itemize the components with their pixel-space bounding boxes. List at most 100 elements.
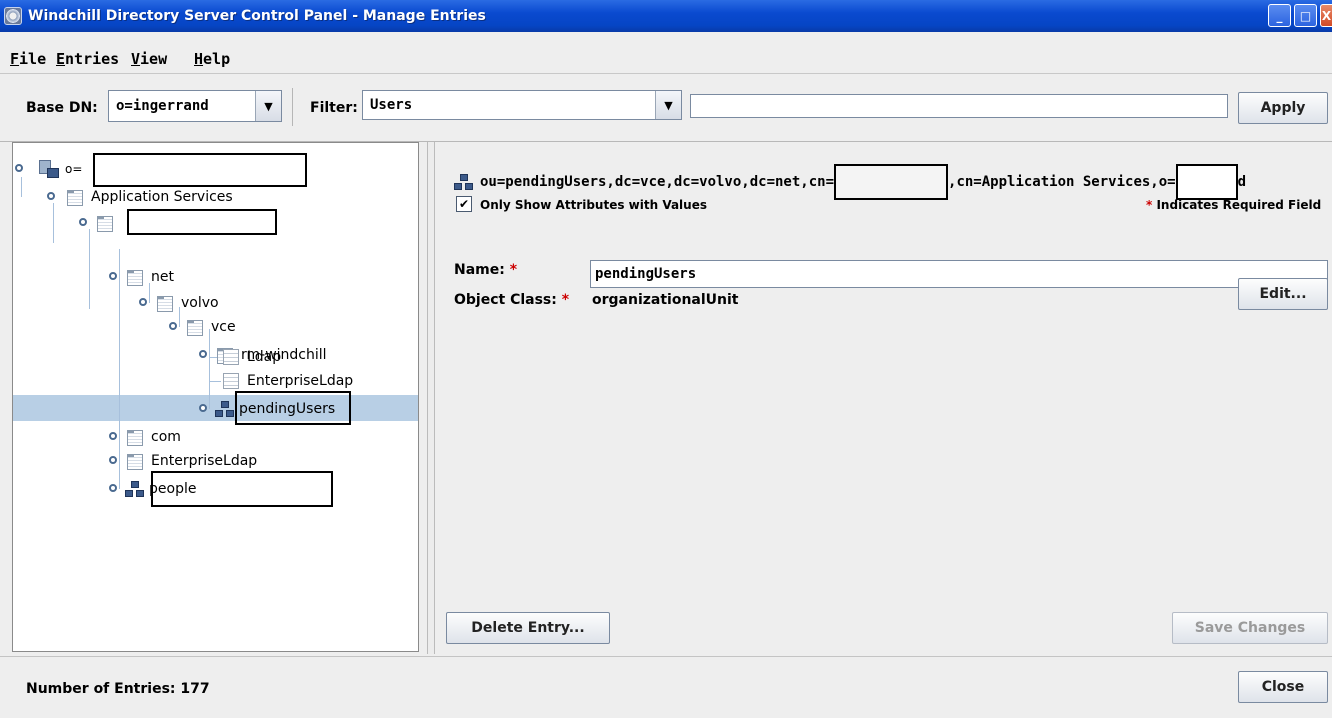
main-area: o= Application Services net volvo vce rm… (0, 142, 1332, 656)
base-dn-select[interactable]: o=ingerrand ▼ (108, 90, 282, 122)
filter-text-input[interactable] (690, 94, 1228, 118)
tree-node-vce[interactable]: vce (169, 315, 236, 339)
dn-text-part2: ,cn=Application Services,o= (948, 174, 1176, 190)
menu-view-mnemonic: V (131, 50, 141, 68)
tree-node-label: net (151, 269, 174, 285)
tree-node-volvo[interactable]: volvo (139, 291, 219, 315)
dn-text-tail: d (1237, 174, 1247, 190)
menu-file-mnemonic: F (10, 50, 20, 68)
title-bar: Windchill Directory Server Control Panel… (0, 0, 1332, 32)
menu-file[interactable]: File (10, 50, 46, 68)
folder-icon (127, 270, 143, 286)
directory-tree[interactable]: o= Application Services net volvo vce rm… (12, 142, 419, 652)
tree-node-net[interactable]: net (109, 265, 174, 289)
object-class-label: Object Class: * (454, 292, 569, 308)
redaction-box (834, 164, 949, 200)
toolbar-separator (292, 88, 293, 126)
object-class-label-text: Object Class: (454, 292, 557, 308)
menu-help[interactable]: Help (194, 50, 230, 68)
redaction-box (127, 209, 277, 235)
expand-handle-icon[interactable] (109, 456, 119, 466)
org-unit-icon (454, 174, 474, 190)
menu-entries[interactable]: Entries (56, 50, 119, 68)
required-field-note: * Indicates Required Field (1146, 198, 1321, 212)
required-asterisk: * (509, 262, 518, 278)
maximize-button[interactable]: □ (1294, 4, 1317, 27)
delete-entry-button[interactable]: Delete Entry... (446, 612, 610, 644)
filter-value: Users (370, 97, 413, 113)
only-show-attributes-checkbox[interactable]: ✔ (456, 196, 472, 212)
menu-bar: File Entries View Help (0, 32, 1332, 74)
expand-handle-icon[interactable] (109, 432, 119, 442)
tree-node-ldap[interactable]: Ldap (223, 345, 281, 369)
menu-view-label: iew (140, 50, 168, 68)
menu-view[interactable]: View (131, 50, 167, 68)
menu-help-mnemonic: H (194, 50, 204, 68)
close-button[interactable]: Close (1238, 671, 1328, 703)
entry-details-panel: ou=pendingUsers,dc=vce,dc=volvo,dc=net,c… (436, 142, 1332, 656)
object-class-value: organizationalUnit (592, 292, 739, 308)
chevron-down-icon[interactable]: ▼ (255, 91, 281, 121)
tree-line (53, 203, 54, 243)
filter-select[interactable]: Users ▼ (362, 90, 682, 120)
document-icon (223, 373, 239, 389)
tree-line (209, 381, 221, 382)
server-icon (39, 160, 59, 178)
entry-dn: ou=pendingUsers,dc=vce,dc=volvo,dc=net,c… (454, 164, 1246, 200)
expand-handle-icon[interactable] (109, 484, 119, 494)
save-changes-button[interactable]: Save Changes (1172, 612, 1328, 644)
tree-node-label: vce (211, 319, 236, 335)
required-asterisk: * (561, 292, 570, 308)
dn-text-part1: ou=pendingUsers,dc=vce,dc=volvo,dc=net,c… (480, 174, 835, 190)
minimize-button[interactable]: _ (1268, 4, 1291, 27)
tree-node-com[interactable]: com (109, 425, 181, 449)
tree-node-label: com (151, 429, 181, 445)
split-pane-divider[interactable] (427, 142, 435, 654)
folder-icon (187, 320, 203, 336)
entry-count: Number of Entries: 177 (26, 681, 210, 697)
folder-icon (67, 190, 83, 206)
menu-entries-label: ntries (65, 50, 120, 68)
name-label: Name: * (454, 262, 517, 278)
folder-icon (97, 216, 113, 232)
window-title: Windchill Directory Server Control Panel… (28, 8, 486, 24)
expand-handle-icon[interactable] (109, 272, 119, 282)
redaction-box (93, 153, 307, 187)
org-unit-icon (215, 401, 235, 417)
expand-handle-icon[interactable] (199, 404, 209, 414)
menu-help-label: elp (203, 50, 231, 68)
tree-node-enterprise-ldap[interactable]: EnterpriseLdap (109, 449, 257, 473)
tree-node-label: volvo (181, 295, 219, 311)
tree-node-enterprise-ldap-child[interactable]: EnterpriseLdap (223, 369, 353, 393)
expand-handle-icon[interactable] (79, 218, 89, 228)
expand-handle-icon[interactable] (15, 164, 25, 174)
org-unit-icon (125, 481, 145, 497)
tree-node-redacted[interactable] (79, 211, 121, 235)
apply-button[interactable]: Apply (1238, 92, 1328, 124)
name-label-text: Name: (454, 262, 505, 278)
required-note-text: Indicates Required Field (1156, 198, 1322, 212)
chevron-down-icon[interactable]: ▼ (655, 91, 681, 119)
expand-handle-icon[interactable] (169, 322, 179, 332)
document-icon (223, 349, 239, 365)
folder-icon (157, 296, 173, 312)
name-field[interactable]: pendingUsers (590, 260, 1328, 288)
redaction-box (1175, 164, 1238, 200)
expand-handle-icon[interactable] (47, 192, 57, 202)
tree-node-application-services[interactable]: Application Services (47, 185, 233, 209)
status-bar: Number of Entries: 177 Close (0, 656, 1332, 718)
window-controls: _ □ X (1268, 4, 1332, 27)
app-icon (4, 7, 22, 25)
highlight-box (151, 471, 333, 507)
expand-handle-icon[interactable] (199, 350, 209, 360)
filter-label: Filter: (310, 100, 358, 116)
close-window-button[interactable]: X (1320, 4, 1332, 27)
tree-line (89, 229, 90, 309)
edit-object-class-button[interactable]: Edit... (1238, 278, 1328, 310)
tree-node-label: Application Services (91, 189, 233, 205)
folder-icon (127, 430, 143, 446)
only-show-attributes-label: Only Show Attributes with Values (480, 198, 707, 212)
expand-handle-icon[interactable] (139, 298, 149, 308)
toolbar: Base DN: o=ingerrand ▼ Filter: Users ▼ A… (0, 74, 1332, 142)
tree-node-root[interactable]: o= (15, 157, 82, 181)
